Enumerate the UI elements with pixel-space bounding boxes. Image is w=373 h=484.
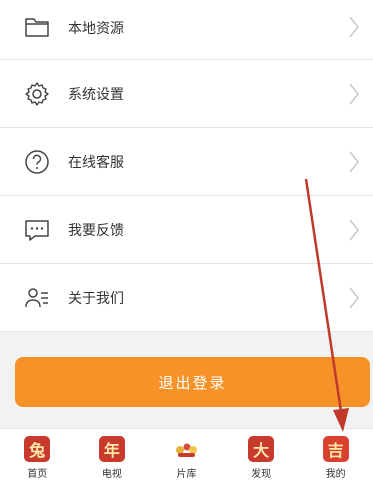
tab-label: 电视 xyxy=(101,469,122,480)
menu-item-label: 系统设置 xyxy=(68,86,124,102)
chevron-right-icon xyxy=(349,16,359,38)
tab-mine[interactable]: 吉 我的 xyxy=(298,429,373,484)
menu-item-label: 我要反馈 xyxy=(68,222,124,238)
question-icon xyxy=(24,149,50,175)
chevron-right-icon xyxy=(349,151,359,173)
tab-home[interactable]: 兔 首页 xyxy=(0,429,75,484)
tab-discover[interactable]: 大 发现 xyxy=(224,429,299,484)
menu-item-about-us[interactable]: 关于我们 xyxy=(0,264,373,332)
tab-label: 我的 xyxy=(325,469,346,480)
home-rabbit-icon: 兔 xyxy=(24,436,51,462)
menu-item-label: 在线客服 xyxy=(68,154,124,170)
user-info-icon xyxy=(24,285,50,311)
tv-year-icon: 年 xyxy=(98,436,125,462)
chevron-right-icon xyxy=(349,219,359,241)
tab-library[interactable]: 片库 xyxy=(149,429,224,484)
library-icon xyxy=(173,436,199,462)
tab-label: 片库 xyxy=(176,469,197,480)
tab-label: 首页 xyxy=(27,469,48,480)
logout-button[interactable]: 退出登录 xyxy=(15,357,370,407)
discover-icon: 大 xyxy=(248,436,275,462)
tab-label: 发现 xyxy=(251,469,272,480)
chevron-right-icon xyxy=(349,287,359,309)
menu-item-feedback[interactable]: 我要反馈 xyxy=(0,196,373,264)
mine-icon: 吉 xyxy=(322,436,349,462)
gear-icon xyxy=(24,81,50,107)
chat-icon xyxy=(24,217,50,243)
menu-item-local-resources[interactable]: 本地资源 xyxy=(0,0,373,60)
chevron-right-icon xyxy=(349,83,359,105)
tab-tv[interactable]: 年 电视 xyxy=(75,429,150,484)
menu-item-online-service[interactable]: 在线客服 xyxy=(0,128,373,196)
menu-item-label: 本地资源 xyxy=(68,20,124,36)
folder-icon xyxy=(24,14,50,40)
menu-item-system-settings[interactable]: 系统设置 xyxy=(0,60,373,128)
menu-item-label: 关于我们 xyxy=(68,290,124,306)
settings-menu: 本地资源 系统设置 在线客服 我要反馈 关于我们 xyxy=(0,0,373,332)
bottom-tab-bar: 兔 首页 年 电视 片库 大 发现 吉 我的 xyxy=(0,428,373,484)
